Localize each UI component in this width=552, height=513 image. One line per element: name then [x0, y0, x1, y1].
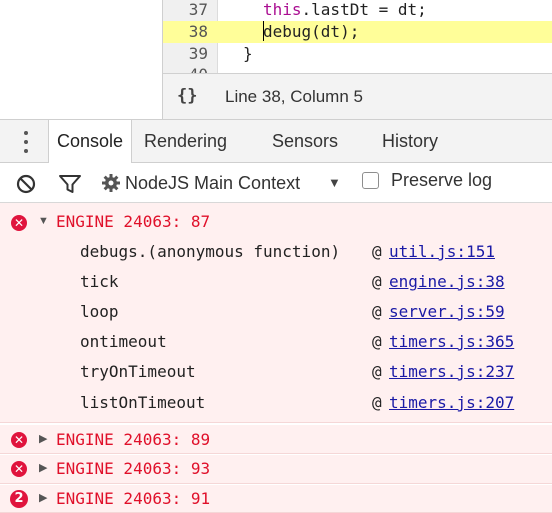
- tab-console[interactable]: Console: [48, 120, 133, 164]
- console-message-collapsed[interactable]: 2 ▶ ENGINE 24063: 91: [0, 485, 552, 513]
- console-message-collapsed[interactable]: ✕ ▶ ENGINE 24063: 93: [0, 455, 552, 484]
- stack-frame-link[interactable]: server.js:59: [389, 302, 505, 321]
- line-number: 37: [188, 0, 208, 19]
- stack-frame-at: @: [372, 242, 382, 261]
- message-text: ENGINE 24063: 93: [56, 459, 211, 478]
- pretty-print-icon[interactable]: {}: [177, 86, 197, 106]
- tab-history[interactable]: History: [374, 120, 446, 163]
- expand-triangle-icon[interactable]: ▼: [38, 215, 49, 227]
- stack-frame-at: @: [372, 302, 382, 321]
- code-text: }: [243, 44, 253, 63]
- console-messages: ✕ ▼ ENGINE 24063: 87 debugs.(anonymous f…: [0, 203, 552, 513]
- error-icon: ✕: [11, 461, 27, 477]
- stack-frame-function: tryOnTimeout: [80, 362, 196, 381]
- stack-frame-function: debugs.(anonymous function): [80, 242, 341, 261]
- stack-frame-function: tick: [80, 272, 119, 291]
- source-editor[interactable]: 37 this.lastDt = dt; 38 debug(dt); 39 } …: [0, 0, 552, 73]
- message-text: ENGINE 24063: 87: [56, 212, 211, 231]
- error-icon: ✕: [11, 432, 27, 448]
- navigator-pane: [0, 0, 162, 73]
- message-text: ENGINE 24063: 91: [56, 489, 211, 508]
- stack-frame-at: @: [372, 272, 382, 291]
- line-number: 39: [188, 44, 208, 63]
- line-number: 38: [188, 22, 208, 41]
- code-line-39[interactable]: 39 }: [163, 43, 552, 65]
- stack-frame-at: @: [372, 332, 382, 351]
- stack-frame-link[interactable]: timers.js:237: [389, 362, 514, 381]
- drawer-tab-bar: Console Rendering Sensors History: [0, 119, 552, 164]
- gear-icon: [102, 174, 120, 192]
- stack-frame-link[interactable]: timers.js:365: [389, 332, 514, 351]
- stack-frame-function: loop: [80, 302, 119, 321]
- preserve-log-checkbox[interactable]: [362, 172, 379, 189]
- code-line-38-highlighted[interactable]: 38 debug(dt);: [163, 21, 552, 43]
- code-text: this.lastDt = dt;: [263, 0, 427, 19]
- expand-triangle-icon[interactable]: ▶: [39, 461, 47, 474]
- editor-status-bar: {} Line 38, Column 5: [163, 73, 552, 119]
- vertical-ellipsis-icon[interactable]: [22, 131, 30, 153]
- stack-frame-link[interactable]: engine.js:38: [389, 272, 505, 291]
- message-text: ENGINE 24063: 89: [56, 430, 211, 449]
- repeat-count-badge: 2: [10, 490, 28, 508]
- stack-frame-function: listOnTimeout: [80, 393, 206, 412]
- stack-frame-function: ontimeout: [80, 332, 167, 351]
- filter-icon[interactable]: [58, 173, 82, 195]
- preserve-log-label: Preserve log: [391, 170, 493, 190]
- context-label: NodeJS Main Context: [125, 173, 301, 193]
- text-cursor: [263, 21, 264, 41]
- stack-frame-at: @: [372, 393, 382, 412]
- clear-console-icon[interactable]: [15, 173, 37, 195]
- error-icon: ✕: [11, 215, 27, 231]
- expand-triangle-icon[interactable]: ▶: [39, 491, 47, 504]
- stack-frame-link[interactable]: timers.js:207: [389, 393, 514, 412]
- tab-sensors[interactable]: Sensors: [264, 120, 346, 163]
- stack-frame-at: @: [372, 362, 382, 381]
- chevron-down-icon: ▼: [328, 175, 341, 190]
- tab-rendering[interactable]: Rendering: [136, 120, 235, 163]
- code-line-37[interactable]: 37 this.lastDt = dt;: [163, 0, 552, 21]
- console-message-expanded[interactable]: ✕ ▼ ENGINE 24063: 87 debugs.(anonymous f…: [0, 203, 552, 423]
- code-text: debug(dt);: [263, 22, 360, 41]
- stack-frame-link[interactable]: util.js:151: [389, 242, 495, 261]
- console-message-collapsed[interactable]: ✕ ▶ ENGINE 24063: 89: [0, 425, 552, 454]
- line-number: 40: [163, 64, 208, 73]
- cursor-position: Line 38, Column 5: [225, 87, 363, 106]
- code-line-40[interactable]: 40: [163, 64, 552, 73]
- expand-triangle-icon[interactable]: ▶: [39, 432, 47, 445]
